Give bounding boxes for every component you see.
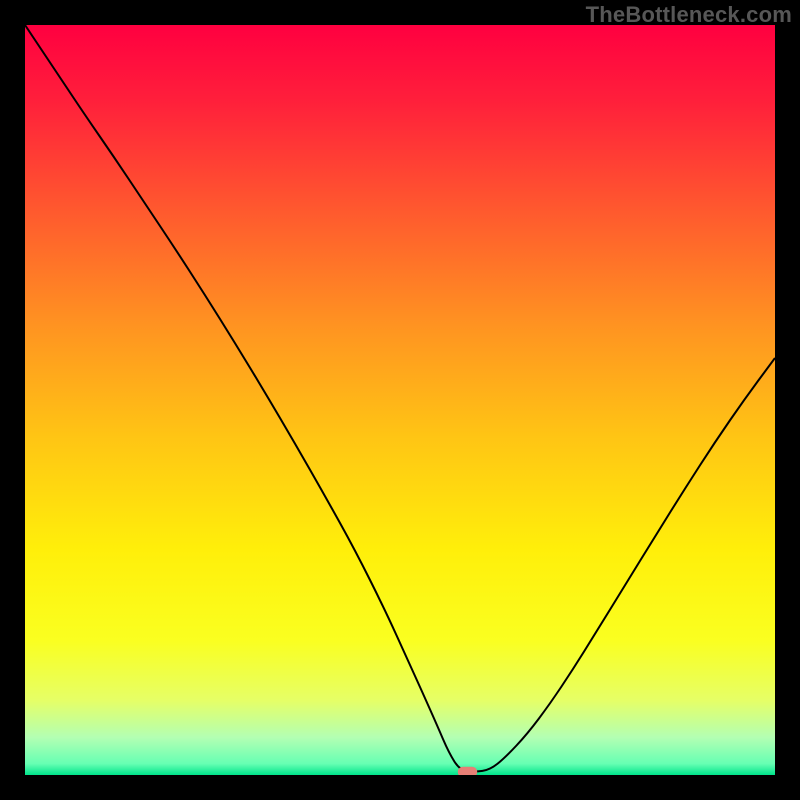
chart-frame: TheBottleneck.com [0, 0, 800, 800]
bottleneck-chart [25, 25, 775, 775]
gradient-background [25, 25, 775, 775]
optimal-point-marker [458, 767, 478, 775]
